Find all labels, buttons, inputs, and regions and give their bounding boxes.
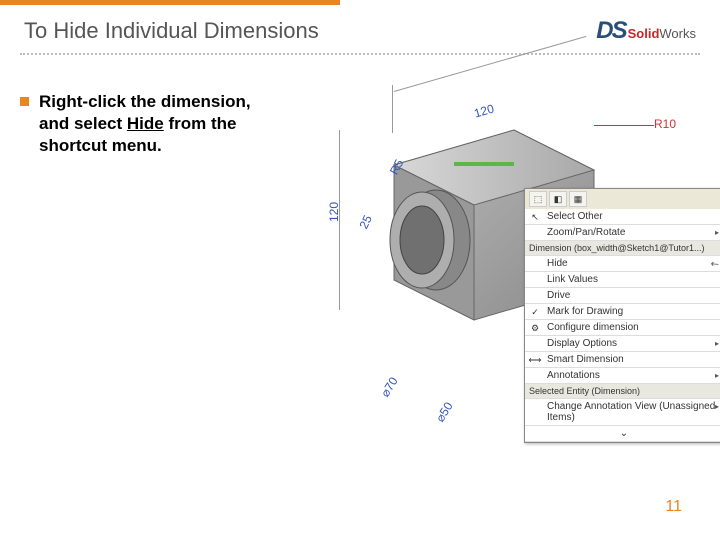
dim-r10: R10 — [654, 117, 676, 131]
logo-solid: Solid — [628, 26, 660, 41]
dimension-icon: ⟷ — [528, 354, 542, 366]
menu-section-selected: Selected Entity (Dimension) — [525, 384, 720, 399]
menu-display-options[interactable]: Display Options ▸ — [525, 336, 720, 352]
menu-label: Dimension (box_width@Sketch1@Tutor1...) — [529, 243, 705, 253]
menu-select-other[interactable]: ↖ Select Other — [525, 209, 720, 225]
menu-link-values[interactable]: Link Values — [525, 272, 720, 288]
menu-zoom-pan-rotate[interactable]: Zoom/Pan/Rotate ▸ — [525, 225, 720, 241]
dim-dia50: ⌀50 — [433, 400, 456, 425]
menu-hide[interactable]: Hide ↖ — [525, 256, 720, 272]
gear-icon: ⚙ — [528, 322, 542, 334]
menu-configure-dim[interactable]: ⚙ Configure dimension — [525, 320, 720, 336]
menu-label: Smart Dimension — [547, 354, 624, 365]
ext-line — [392, 85, 393, 133]
slide-header: To Hide Individual Dimensions DS SolidWo… — [0, 5, 720, 53]
ext-line — [339, 130, 340, 310]
submenu-arrow-icon: ▸ — [715, 371, 719, 380]
menu-change-annotation-view[interactable]: Change Annotation View (Unassigned Items… — [525, 399, 720, 426]
solidworks-logo: DS SolidWorks — [596, 17, 696, 45]
slide-title: To Hide Individual Dimensions — [24, 18, 319, 44]
menu-collapse[interactable]: ⌄ — [525, 426, 720, 442]
menu-label: Selected Entity (Dimension) — [529, 386, 640, 396]
toolbar-icon[interactable]: ◧ — [549, 191, 567, 207]
chevron-down-icon: ⌄ — [620, 428, 628, 439]
context-menu: ⬚ ◧ ▦ ↖ Select Other Zoom/Pan/Rotate ▸ D… — [524, 188, 720, 443]
menu-label: Zoom/Pan/Rotate — [547, 227, 625, 238]
dim-dia70: ⌀70 — [378, 375, 401, 400]
logo-ds: DS — [596, 17, 625, 45]
menu-label: Mark for Drawing — [547, 306, 623, 317]
submenu-arrow-icon: ▸ — [715, 339, 719, 348]
toolbar-icon[interactable]: ▦ — [569, 191, 587, 207]
context-toolbar: ⬚ ◧ ▦ — [525, 189, 720, 209]
menu-label: Link Values — [547, 274, 598, 285]
selected-dimension-highlight — [454, 162, 514, 166]
menu-smart-dimension[interactable]: ⟷ Smart Dimension — [525, 352, 720, 368]
menu-annotations[interactable]: Annotations ▸ — [525, 368, 720, 384]
menu-label: Change Annotation View (Unassigned Items… — [547, 401, 715, 423]
menu-label: Hide — [547, 258, 568, 269]
submenu-arrow-icon: ▸ — [715, 228, 719, 237]
instruction-text: Right-click the dimension, and select Hi… — [39, 91, 280, 157]
cursor-indicator-icon: ↖ — [708, 258, 720, 272]
figure-area: 120 120 25 R5 R10 ⌀70 ⌀50 ⬚ ◧ ▦ ↖ Select… — [284, 85, 700, 445]
menu-section-dimension: Dimension (box_width@Sketch1@Tutor1...) — [525, 241, 720, 256]
cursor-icon: ↖ — [528, 211, 542, 223]
toolbar-icon[interactable]: ⬚ — [529, 191, 547, 207]
instruction-hide: Hide — [127, 114, 164, 133]
menu-label: Drive — [547, 290, 570, 301]
check-icon: ✓ — [528, 306, 542, 318]
menu-drive[interactable]: Drive — [525, 288, 720, 304]
logo-works: Works — [659, 26, 696, 41]
menu-mark-drawing[interactable]: ✓ Mark for Drawing — [525, 304, 720, 320]
menu-label: Select Other — [547, 211, 603, 222]
menu-label: Display Options — [547, 338, 617, 349]
submenu-arrow-icon: ▸ — [715, 402, 719, 411]
leader-r10 — [594, 125, 654, 126]
bullet-section: Right-click the dimension, and select Hi… — [20, 85, 280, 445]
page-number: 11 — [665, 498, 682, 516]
content-area: Right-click the dimension, and select Hi… — [0, 55, 720, 445]
menu-label: Annotations — [547, 370, 600, 381]
bullet-icon — [20, 97, 29, 106]
menu-label: Configure dimension — [547, 322, 639, 333]
